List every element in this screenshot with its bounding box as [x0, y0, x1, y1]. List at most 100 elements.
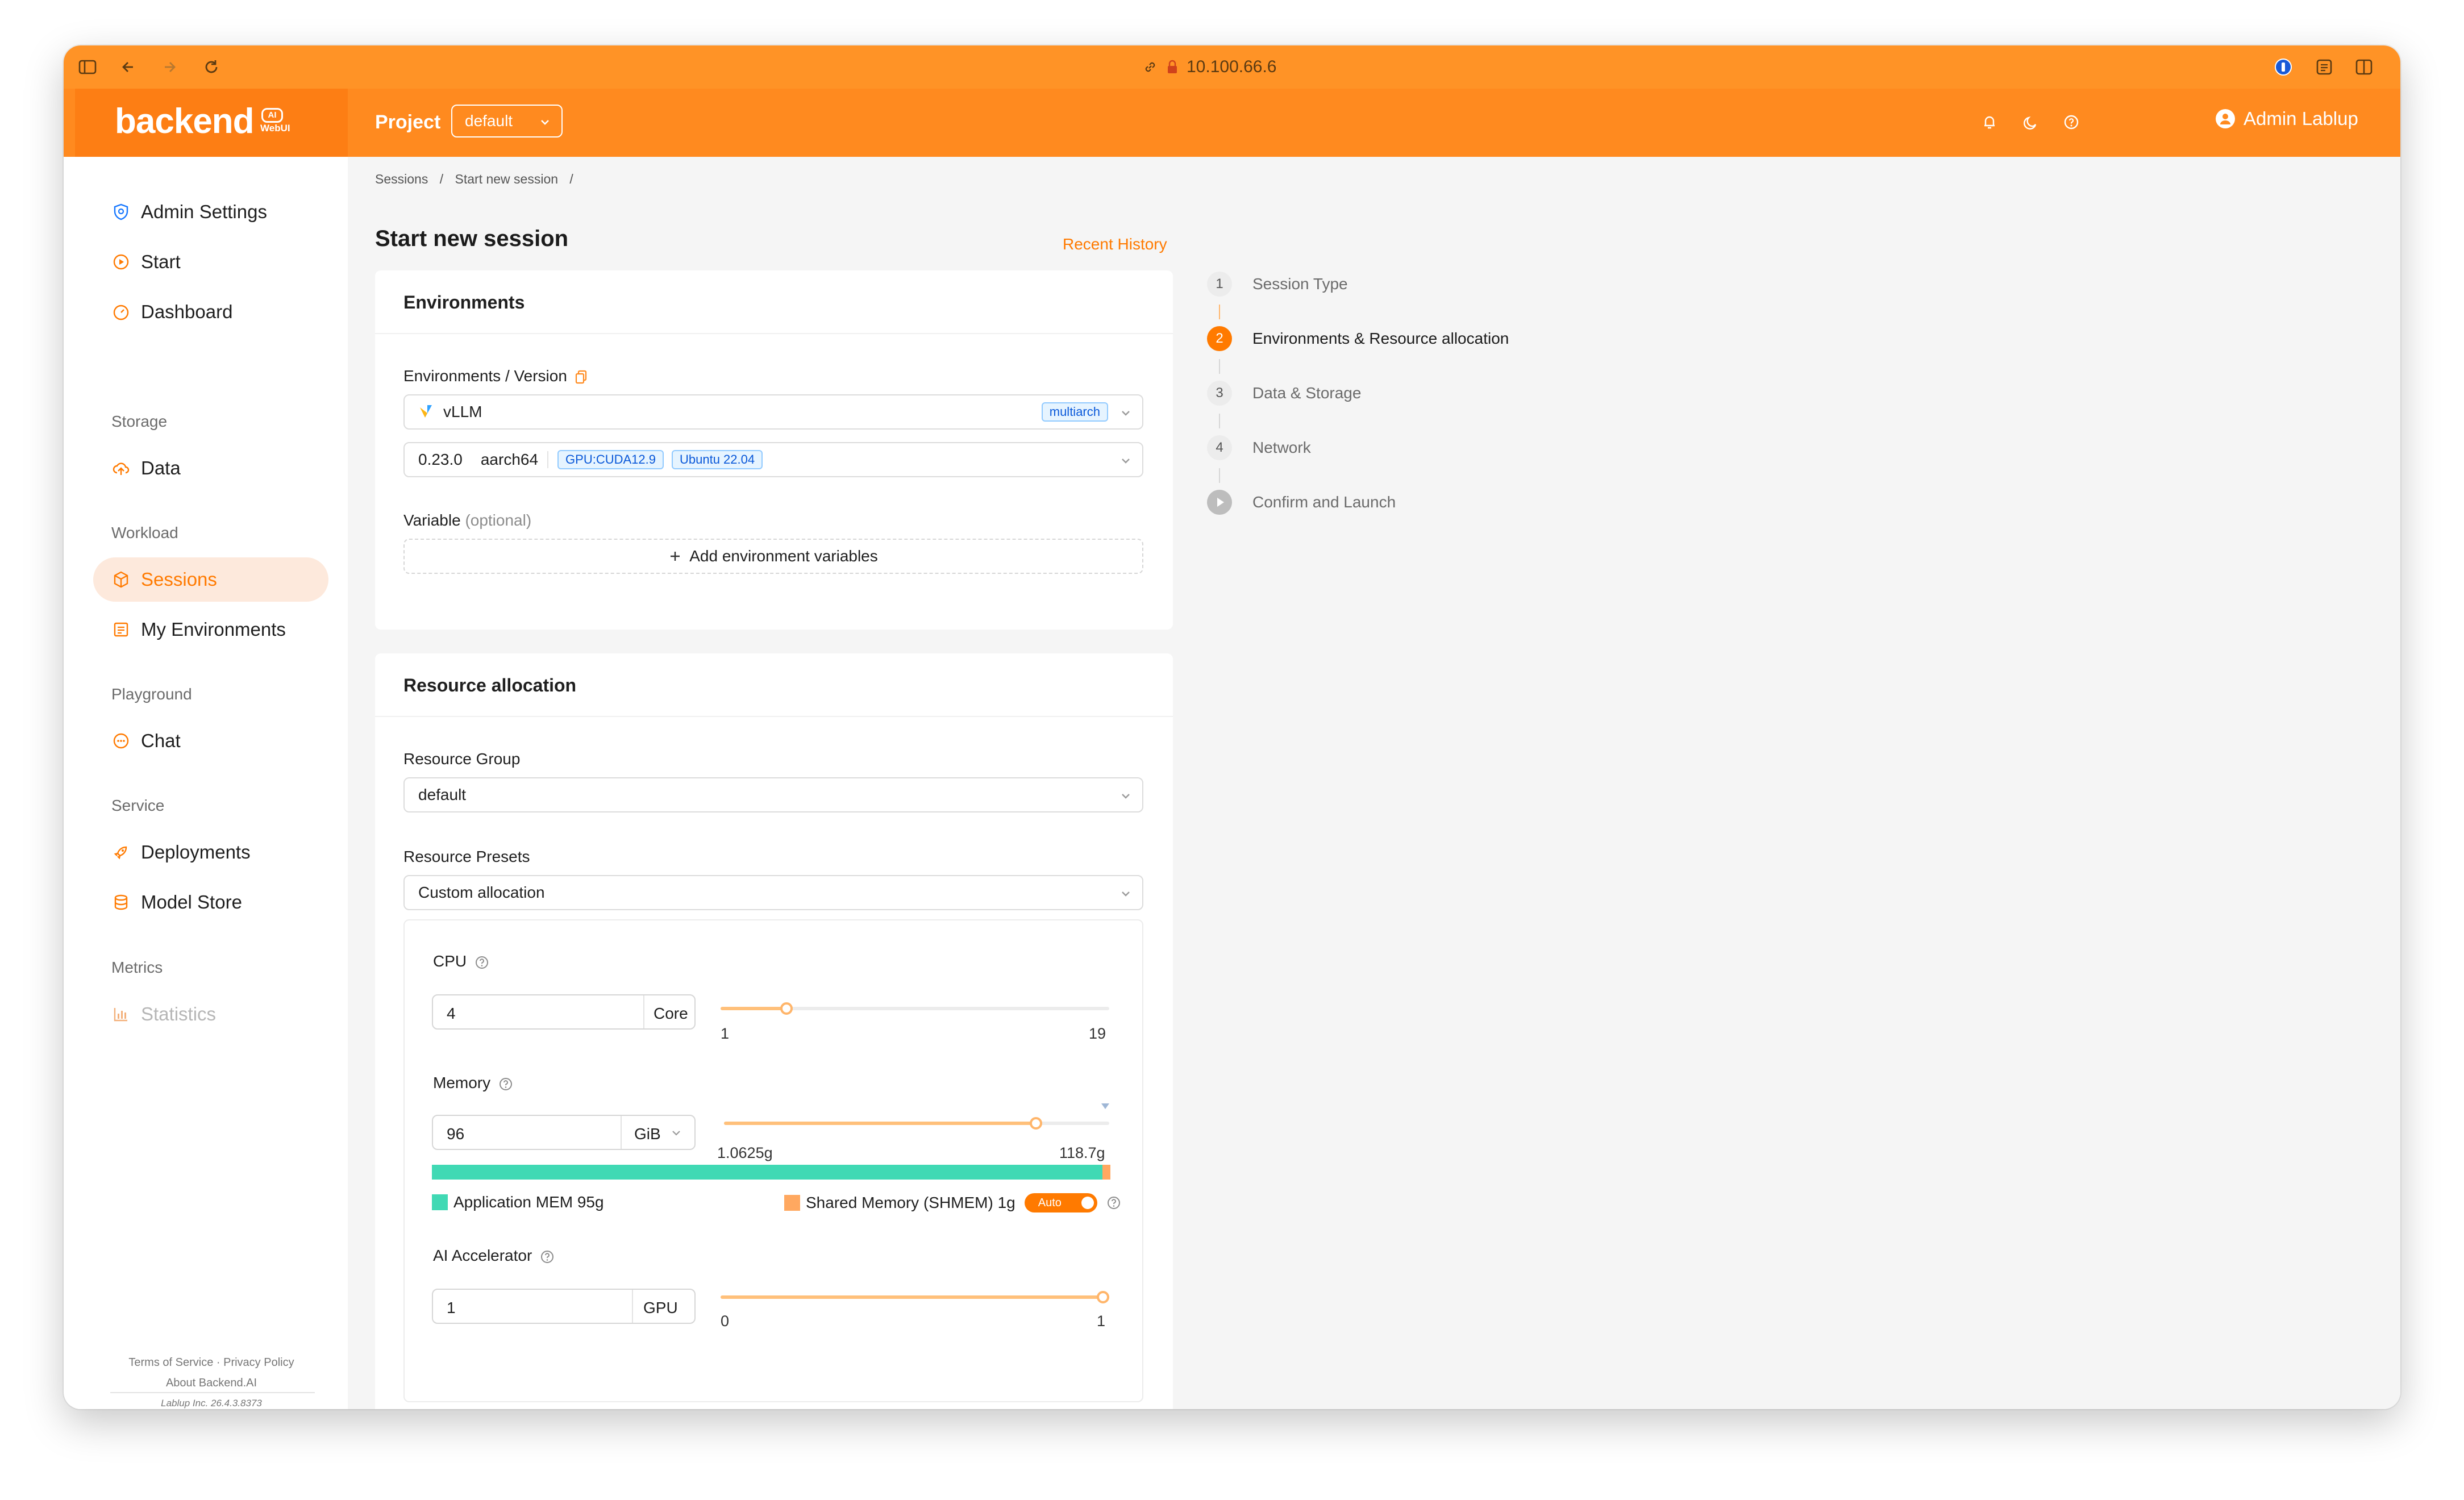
input-value: 4 — [447, 1005, 456, 1022]
slider-handle[interactable] — [1097, 1291, 1109, 1303]
sidebar-label: Data — [141, 457, 181, 478]
resource-presets-label: Resource Presets — [403, 848, 530, 865]
sidebar-footer: Terms of Service · Privacy Policy About … — [109, 1352, 314, 1409]
privacy-link[interactable]: Privacy Policy — [223, 1356, 294, 1369]
plus-icon — [669, 550, 681, 562]
sidebar: Admin Settings Start Dashboard Storage D… — [75, 157, 348, 1409]
memory-min-tick: 1.0625g — [717, 1144, 773, 1161]
step-data-storage[interactable]: 3 Data & Storage — [1207, 381, 1361, 406]
gpu-tag: GPU:CUDA12.9 — [557, 450, 664, 469]
sidebar-item-sessions[interactable]: Sessions — [93, 557, 328, 602]
slider-fill — [724, 1122, 1036, 1125]
sidebar-item-model-store[interactable]: Model Store — [93, 880, 328, 924]
sidebar-item-deployments[interactable]: Deployments — [93, 830, 328, 874]
accelerator-input[interactable]: 1 GPU — [432, 1289, 696, 1324]
question-circle-icon[interactable] — [540, 1249, 555, 1264]
sidebar-item-admin-settings[interactable]: Admin Settings — [93, 190, 328, 234]
slider-handle[interactable] — [1030, 1117, 1042, 1130]
step-environments[interactable]: 2 Environments & Resource allocation — [1207, 326, 1509, 351]
app-mem-legend: Application MEM 95g — [432, 1193, 604, 1211]
breadcrumb: Sessions / Start new session / — [375, 172, 581, 187]
divider — [621, 1116, 622, 1149]
split-view-icon[interactable] — [2354, 57, 2374, 77]
question-circle-icon[interactable] — [498, 1077, 513, 1091]
logo[interactable]: backend AI WebUI — [75, 89, 348, 157]
logo-badge: AI — [261, 108, 283, 123]
step-confirm-launch[interactable]: Confirm and Launch — [1207, 490, 1396, 515]
sidebar-item-my-environments[interactable]: My Environments — [93, 607, 328, 652]
resource-group-select[interactable]: default — [403, 777, 1143, 813]
accelerator-slider[interactable] — [721, 1290, 1109, 1313]
resource-presets-select[interactable]: Custom allocation — [403, 875, 1143, 910]
rocket-icon — [111, 843, 131, 862]
sidebar-item-statistics[interactable]: Statistics — [93, 992, 328, 1036]
recent-history-link[interactable]: Recent History — [1063, 235, 1167, 253]
link-icon — [1142, 59, 1158, 75]
toggle-label: Auto — [1038, 1196, 1062, 1209]
cpu-slider[interactable] — [721, 1001, 1109, 1024]
button-label: Add environment variables — [689, 547, 878, 565]
add-env-vars-button[interactable]: Add environment variables — [403, 539, 1143, 574]
sidebar-item-start[interactable]: Start — [93, 240, 328, 284]
reader-icon[interactable] — [2314, 57, 2334, 77]
step-connector — [1219, 305, 1220, 319]
version-value: 0.23.0 — [418, 451, 463, 468]
shmem-segment — [1102, 1165, 1110, 1180]
sidebar-toggle-icon[interactable] — [77, 57, 98, 77]
step-number: 3 — [1207, 381, 1232, 406]
sidebar-label: Model Store — [141, 891, 242, 913]
copy-icon[interactable] — [575, 370, 588, 385]
optional-text: (optional) — [465, 511, 532, 529]
resource-group-label: Resource Group — [403, 750, 521, 768]
variable-label: Variable (optional) — [403, 511, 531, 530]
about-link[interactable]: About Backend.AI — [109, 1373, 314, 1393]
question-circle-icon[interactable] — [475, 955, 489, 970]
slider-handle[interactable] — [780, 1002, 793, 1015]
forward-icon[interactable] — [159, 57, 180, 77]
step-number: 2 — [1207, 326, 1232, 351]
step-session-type[interactable]: 1 Session Type — [1207, 272, 1348, 297]
memory-input[interactable]: 96 GiB — [432, 1115, 696, 1150]
memory-slider[interactable] — [724, 1116, 1109, 1139]
step-label: Environments & Resource allocation — [1252, 330, 1509, 347]
input-value: 1 — [447, 1299, 456, 1316]
shmem-auto-toggle[interactable]: Auto — [1024, 1193, 1097, 1212]
version-select[interactable]: 0.23.0 aarch64 GPU:CUDA12.9 Ubuntu 22.04 — [403, 442, 1143, 477]
memory-max-tick: 118.7g — [1059, 1144, 1105, 1161]
environment-select[interactable]: vLLM multiarch — [403, 394, 1143, 430]
input-value: 96 — [447, 1125, 465, 1143]
sidebar-label: Chat — [141, 730, 181, 751]
step-network[interactable]: 4 Network — [1207, 435, 1311, 460]
address-bar[interactable]: 10.100.66.6 — [1142, 55, 1276, 80]
legend-swatch — [432, 1194, 448, 1210]
reload-icon[interactable] — [201, 57, 222, 77]
chevron-down-icon[interactable] — [671, 1127, 682, 1139]
step-connector — [1219, 359, 1220, 374]
project-select[interactable]: default — [451, 105, 563, 138]
accel-max-tick: 1 — [1097, 1313, 1106, 1330]
moon-icon[interactable] — [2022, 114, 2039, 131]
cpu-input[interactable]: 4 Core — [432, 994, 696, 1030]
sidebar-group-playground: Playground — [111, 685, 192, 703]
multiarch-tag: multiarch — [1041, 402, 1108, 422]
sidebar-item-dashboard[interactable]: Dashboard — [93, 290, 328, 334]
divider — [632, 1290, 633, 1323]
terms-link[interactable]: Terms of Service — [128, 1356, 213, 1369]
user-menu[interactable]: Admin Lablup — [2215, 108, 2358, 130]
main-content: Sessions / Start new session / Start new… — [348, 157, 2400, 1409]
back-icon[interactable] — [118, 57, 139, 77]
sidebar-group-metrics: Metrics — [111, 959, 163, 976]
logo-text: backend — [115, 102, 255, 141]
help-icon[interactable] — [2063, 114, 2080, 131]
shield-icon — [111, 202, 131, 222]
breadcrumb-sessions[interactable]: Sessions — [375, 172, 428, 186]
bell-icon[interactable] — [1981, 114, 1998, 131]
sidebar-item-data[interactable]: Data — [93, 446, 328, 490]
logo-sub: WebUI — [260, 123, 290, 134]
card-heading: Environments — [403, 292, 525, 312]
password-manager-icon[interactable] — [2273, 57, 2294, 77]
accel-min-tick: 0 — [721, 1313, 730, 1330]
environment-value: vLLM — [443, 403, 482, 420]
sidebar-item-chat[interactable]: Chat — [93, 719, 328, 763]
question-circle-icon[interactable] — [1106, 1195, 1121, 1210]
